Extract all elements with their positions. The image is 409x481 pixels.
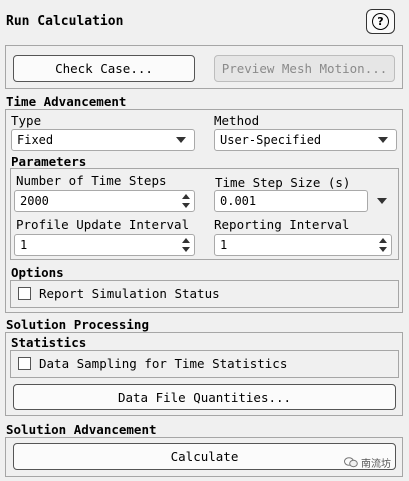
reporting-interval-label: Reporting Interval bbox=[214, 217, 350, 232]
solution-advancement-title: Solution Advancement bbox=[6, 422, 157, 437]
chevron-down-icon bbox=[176, 137, 186, 143]
data-file-quantities-button[interactable]: Data File Quantities... bbox=[13, 384, 396, 410]
profile-interval-spinner[interactable] bbox=[181, 236, 191, 254]
type-label: Type bbox=[11, 113, 42, 128]
preview-mesh-motion-button[interactable]: Preview Mesh Motion... bbox=[214, 55, 395, 82]
type-select-value: Fixed bbox=[17, 133, 54, 147]
method-select[interactable]: User-Specified bbox=[214, 129, 397, 151]
solution-processing-title: Solution Processing bbox=[6, 317, 149, 332]
data-sampling-checkbox-row[interactable]: Data Sampling for Time Statistics bbox=[18, 356, 287, 371]
options-title: Options bbox=[11, 265, 64, 280]
profile-interval-value: 1 bbox=[20, 238, 28, 252]
help-button[interactable]: ? bbox=[366, 9, 395, 34]
reporting-interval-spinner[interactable] bbox=[378, 236, 388, 254]
num-steps-label: Number of Time Steps bbox=[16, 173, 167, 188]
step-size-dropdown-icon[interactable] bbox=[377, 198, 387, 204]
calculate-button[interactable]: Calculate bbox=[13, 443, 396, 470]
num-steps-spinner[interactable] bbox=[181, 192, 191, 210]
statistics-title: Statistics bbox=[11, 335, 87, 350]
method-select-value: User-Specified bbox=[220, 133, 322, 147]
reporting-interval-value: 1 bbox=[220, 238, 228, 252]
num-steps-input[interactable]: 2000 bbox=[14, 190, 195, 212]
parameters-title: Parameters bbox=[11, 154, 87, 169]
report-status-checkbox[interactable] bbox=[18, 287, 31, 300]
question-circle-icon: ? bbox=[372, 13, 389, 30]
profile-interval-label: Profile Update Interval bbox=[16, 217, 190, 232]
type-select[interactable]: Fixed bbox=[11, 129, 195, 151]
profile-interval-input[interactable]: 1 bbox=[14, 234, 195, 256]
report-status-label: Report Simulation Status bbox=[39, 286, 220, 301]
num-steps-value: 2000 bbox=[20, 194, 49, 208]
chevron-down-icon bbox=[378, 137, 388, 143]
reporting-interval-input[interactable]: 1 bbox=[214, 234, 392, 256]
data-sampling-checkbox[interactable] bbox=[18, 357, 31, 370]
method-label: Method bbox=[214, 113, 260, 128]
report-status-checkbox-row[interactable]: Report Simulation Status bbox=[18, 286, 220, 301]
panel-title: Run Calculation bbox=[6, 14, 124, 29]
data-sampling-label: Data Sampling for Time Statistics bbox=[39, 356, 288, 371]
watermark: 南流坊 bbox=[344, 455, 391, 470]
check-case-button[interactable]: Check Case... bbox=[13, 55, 195, 82]
watermark-text: 南流坊 bbox=[361, 459, 391, 470]
step-size-value: 0.001 bbox=[220, 194, 257, 208]
time-advancement-title: Time Advancement bbox=[6, 94, 127, 109]
step-size-label: Time Step Size (s) bbox=[215, 175, 351, 190]
wechat-icon bbox=[344, 457, 358, 468]
step-size-input[interactable]: 0.001 bbox=[214, 190, 368, 212]
